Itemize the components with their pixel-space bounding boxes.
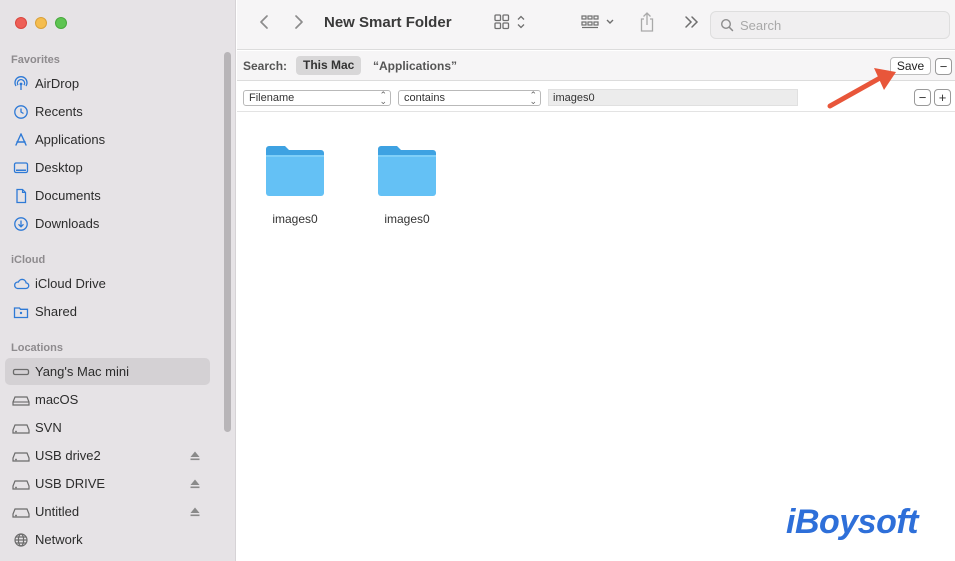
sidebar-item-label: Applications: [35, 132, 106, 147]
sidebar-item-usb-drive2[interactable]: USB drive2: [5, 442, 210, 469]
folder-name: images0: [384, 212, 430, 226]
popup-arrows-icon: ⌃ ⌄: [379, 90, 387, 106]
sidebar-item-label: macOS: [35, 392, 79, 407]
icon-grid-view-icon: [493, 13, 527, 36]
external-disk-icon: [12, 447, 30, 465]
folder-item[interactable]: images0: [362, 143, 452, 226]
icloud-section-title: iCloud: [11, 254, 46, 266]
external-disk-icon: [12, 503, 30, 521]
folder-name: images0: [272, 212, 318, 226]
popup-arrows-icon: ⌃ ⌄: [529, 90, 537, 106]
sidebar-item-label: Downloads: [35, 216, 100, 231]
applications-icon: [12, 131, 30, 149]
folder-icon: [264, 143, 326, 202]
finder-window: Favorites AirDrop Recents Applications D…: [0, 0, 955, 561]
sidebar-item-macos[interactable]: macOS: [5, 386, 210, 413]
shared-folder-icon: [12, 303, 30, 321]
sidebar-item-untitled[interactable]: Untitled: [5, 498, 210, 525]
operator-value: contains: [404, 92, 445, 104]
attribute-popup[interactable]: Filename ⌃ ⌄: [243, 90, 391, 106]
sidebar-item-yangs-mac-mini[interactable]: Yang's Mac mini: [5, 358, 210, 385]
sidebar-item-usb-drive[interactable]: USB DRIVE: [5, 470, 210, 497]
add-criteria-button[interactable]: +: [934, 89, 951, 106]
download-icon: [12, 215, 30, 233]
eject-icon[interactable]: [189, 477, 201, 489]
sidebar-item-svn[interactable]: SVN: [5, 414, 210, 441]
window-title: New Smart Folder: [324, 14, 452, 31]
sidebar-item-label: Recents: [35, 104, 83, 119]
sidebar-item-label: Documents: [35, 188, 101, 203]
scope-applications-button[interactable]: “Applications”: [373, 59, 457, 73]
close-button[interactable]: [15, 17, 27, 29]
scope-this-mac-button[interactable]: This Mac: [296, 56, 362, 75]
sidebar-item-label: USB DRIVE: [35, 476, 106, 491]
sidebar-item-recents[interactable]: Recents: [5, 98, 210, 125]
minimize-button[interactable]: [35, 17, 47, 29]
external-disk-icon: [12, 419, 30, 437]
sidebar-item-label: SVN: [35, 420, 62, 435]
disk-icon: [12, 391, 30, 409]
eject-icon[interactable]: [189, 505, 201, 517]
locations-section-title: Locations: [11, 342, 63, 354]
watermark-logo: iBoysoft: [786, 503, 919, 541]
sidebar-item-label: USB drive2: [35, 448, 101, 463]
group-by-button[interactable]: [579, 13, 619, 35]
sidebar-item-label: Yang's Mac mini: [35, 364, 129, 379]
remove-criteria-button[interactable]: −: [914, 89, 931, 106]
chevron-right-icon: [294, 14, 304, 35]
back-button[interactable]: [255, 14, 273, 34]
sidebar-item-label: Desktop: [35, 160, 83, 175]
document-icon: [12, 187, 30, 205]
desktop-icon: [12, 159, 30, 177]
operator-popup[interactable]: contains ⌃ ⌄: [398, 90, 541, 106]
mac-mini-icon: [12, 363, 30, 381]
criteria-value-field[interactable]: images0: [548, 89, 798, 106]
sidebar-item-desktop[interactable]: Desktop: [5, 154, 210, 181]
favorites-section-title: Favorites: [11, 54, 60, 66]
sidebar-item-network[interactable]: Network: [5, 526, 210, 553]
search-icon: [720, 18, 734, 32]
sidebar-item-shared[interactable]: Shared: [5, 298, 210, 325]
sidebar-item-airdrop[interactable]: AirDrop: [5, 70, 210, 97]
sidebar: Favorites AirDrop Recents Applications D…: [0, 0, 236, 561]
globe-icon: [12, 531, 30, 549]
forward-button[interactable]: [290, 14, 308, 34]
chevron-double-right-icon: [683, 15, 699, 34]
eject-icon[interactable]: [189, 449, 201, 461]
group-icon: [580, 13, 618, 36]
sidebar-item-label: AirDrop: [35, 76, 80, 91]
zoom-button[interactable]: [55, 17, 67, 29]
sidebar-item-label: Shared: [35, 304, 77, 319]
attribute-value: Filename: [249, 92, 295, 104]
folder-item[interactable]: images0: [250, 143, 340, 226]
search-field[interactable]: Search: [710, 11, 950, 39]
sidebar-item-downloads[interactable]: Downloads: [5, 210, 210, 237]
remove-search-button[interactable]: −: [935, 58, 952, 75]
airdrop-icon: [12, 75, 30, 93]
search-placeholder: Search: [740, 17, 782, 33]
sidebar-item-icloud-drive[interactable]: iCloud Drive: [5, 270, 210, 297]
share-button[interactable]: [635, 11, 659, 37]
sidebar-item-label: Untitled: [35, 504, 80, 519]
more-toolbar-button[interactable]: [681, 14, 701, 34]
sidebar-item-documents[interactable]: Documents: [5, 182, 210, 209]
toolbar: New Smart Folder Search: [237, 0, 955, 50]
folder-icon: [376, 143, 438, 202]
annotation-arrow-icon: [820, 64, 900, 119]
sidebar-scrollbar[interactable]: [224, 52, 231, 432]
share-icon: [638, 11, 656, 38]
view-mode-button[interactable]: [491, 13, 529, 35]
sidebar-item-label: Network: [35, 532, 83, 547]
search-scope-label: Search:: [243, 59, 288, 73]
sidebar-item-applications[interactable]: Applications: [5, 126, 210, 153]
sidebar-item-label: iCloud Drive: [35, 276, 106, 291]
window-controls: [15, 17, 67, 29]
external-disk-icon: [12, 475, 30, 493]
cloud-icon: [12, 275, 30, 293]
clock-icon: [12, 103, 30, 121]
chevron-left-icon: [259, 14, 269, 35]
